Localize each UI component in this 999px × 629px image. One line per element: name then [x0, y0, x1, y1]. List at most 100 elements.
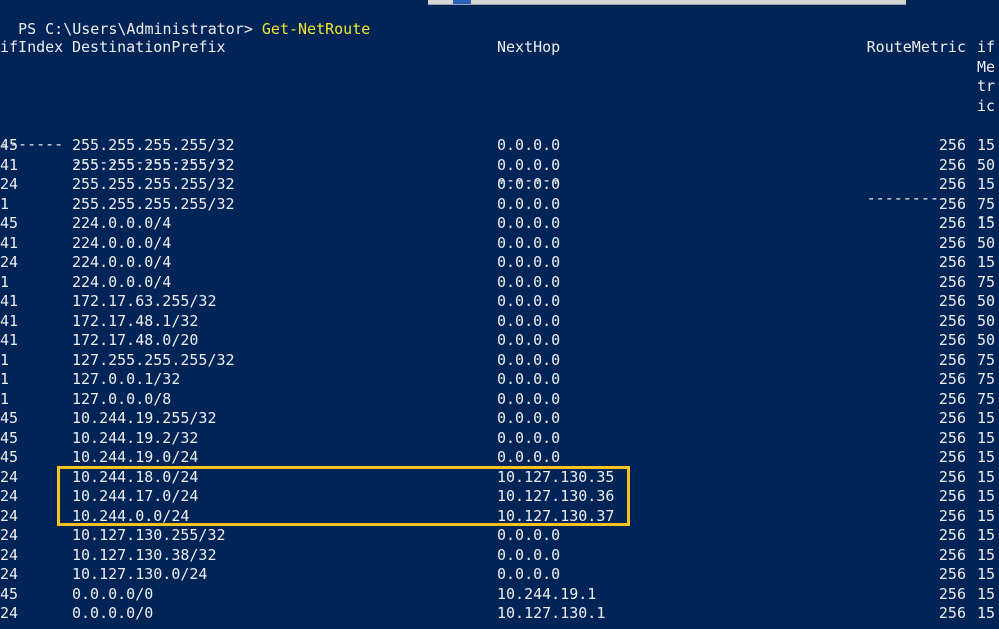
cell-nexthop: 0.0.0.0	[497, 545, 561, 564]
table-row: 24 10.127.130.255/32 0.0.0.0 256 15	[0, 526, 999, 546]
cell-destination: 255.255.255.255/32	[72, 194, 235, 213]
cell-nexthop: 0.0.0.0	[497, 155, 561, 174]
cell-ifindex: 41	[0, 233, 19, 252]
cell-routemetric: 256	[938, 487, 966, 505]
cell-destination: 0.0.0.0/0	[72, 604, 154, 622]
cell-ifindex: 1	[0, 272, 10, 291]
cell-routemetric: 256	[938, 467, 966, 486]
header-destination: DestinationPrefix	[72, 38, 226, 56]
table-row: 24 0.0.0.0/0 10.127.130.1 256 15	[0, 604, 999, 624]
cell-nexthop: 0.0.0.0	[497, 194, 561, 213]
cell-ifmetric: 15	[977, 136, 996, 154]
cell-ifmetric: 15	[977, 565, 996, 583]
cell-destination: 255.255.255.255/32	[72, 155, 235, 174]
cell-routemetric: 256	[938, 292, 966, 310]
header-ifindex: ifIndex	[0, 38, 64, 56]
cell-nexthop: 0.0.0.0	[497, 272, 561, 291]
cell-destination: 224.0.0.0/4	[72, 253, 172, 271]
cell-nexthop: 0.0.0.0	[497, 311, 561, 330]
cell-destination: 224.0.0.0/4	[72, 272, 172, 291]
cell-ifmetric: 15	[977, 409, 996, 427]
cell-destination: 255.255.255.255/32	[72, 136, 235, 154]
cell-nexthop: 0.0.0.0	[497, 175, 561, 193]
cell-destination: 127.255.255.255/32	[72, 350, 235, 369]
cell-routemetric: 256	[938, 565, 966, 583]
cell-nexthop: 0.0.0.0	[497, 350, 561, 369]
cell-ifindex: 24	[0, 604, 19, 622]
cell-routemetric: 256	[938, 409, 966, 427]
cell-nexthop: 0.0.0.0	[497, 565, 561, 583]
cell-ifmetric: 15	[977, 584, 996, 603]
cell-destination: 127.0.0.0/8	[72, 389, 172, 408]
cell-routemetric: 256	[938, 253, 966, 271]
cell-ifindex: 1	[0, 194, 10, 213]
cell-routemetric: 256	[938, 584, 966, 603]
cell-destination: 224.0.0.0/4	[72, 233, 172, 252]
cell-nexthop: 0.0.0.0	[497, 526, 561, 544]
cell-ifindex: 45	[0, 409, 19, 427]
cell-routemetric: 256	[938, 428, 966, 447]
cell-ifmetric: 50	[977, 155, 996, 174]
cell-ifindex: 41	[0, 155, 19, 174]
cell-destination: 172.17.63.255/32	[72, 292, 217, 310]
cell-ifmetric: 15	[977, 214, 996, 232]
cell-ifmetric: 15	[977, 428, 996, 447]
table-row: 45 10.244.19.255/32 0.0.0.0 256 15	[0, 409, 999, 429]
table-row: 45 255.255.255.255/32 0.0.0.0 256 15	[0, 136, 999, 156]
prompt-line: PS C:\Users\Administrator> Get-NetRoute	[0, 0, 370, 38]
cell-nexthop: 0.0.0.0	[497, 233, 561, 252]
cell-nexthop: 10.127.130.1	[497, 604, 606, 622]
cell-routemetric: 256	[938, 350, 966, 369]
table-row: 24 10.127.130.0/24 0.0.0.0 256 15	[0, 565, 999, 585]
powershell-window: { "prompt": { "text": "PS C:\\Users\\Adm…	[0, 0, 999, 629]
prompt-text: PS C:\Users\Administrator>	[18, 19, 262, 38]
cell-routemetric: 256	[938, 194, 966, 213]
table-row: 45 224.0.0.0/4 0.0.0.0 256 15	[0, 214, 999, 234]
table-row: 24 255.255.255.255/32 0.0.0.0 256 15	[0, 175, 999, 195]
cell-ifmetric: 15	[977, 545, 996, 564]
cell-destination: 127.0.0.1/32	[72, 370, 181, 388]
cell-destination: 10.127.130.255/32	[72, 526, 226, 544]
header-ifmetric-line2: Me	[977, 57, 996, 76]
cell-ifindex: 45	[0, 584, 19, 603]
cell-nexthop: 0.0.0.0	[497, 253, 561, 271]
cell-ifindex: 41	[0, 292, 19, 310]
cell-nexthop: 0.0.0.0	[497, 448, 561, 466]
cell-ifmetric: 15	[977, 506, 996, 525]
table-row: 1 127.0.0.0/8 0.0.0.0 256 75	[0, 390, 999, 410]
cell-ifindex: 45	[0, 448, 19, 466]
cell-ifmetric: 15	[977, 487, 996, 505]
cell-destination: 255.255.255.255/32	[72, 175, 235, 193]
cell-nexthop: 0.0.0.0	[497, 389, 561, 408]
cell-nexthop: 0.0.0.0	[497, 136, 561, 154]
cell-nexthop: 0.0.0.0	[497, 428, 561, 447]
cell-ifindex: 1	[0, 350, 10, 369]
cell-ifindex: 1	[0, 389, 10, 408]
cell-routemetric: 256	[938, 155, 966, 174]
cell-ifindex: 24	[0, 526, 19, 544]
cell-ifmetric: 15	[977, 448, 996, 466]
table-row: 45 10.244.19.2/32 0.0.0.0 256 15	[0, 429, 999, 449]
cell-destination: 172.17.48.1/32	[72, 311, 199, 330]
cell-routemetric: 256	[938, 175, 966, 193]
cell-routemetric: 256	[938, 506, 966, 525]
cell-ifmetric: 50	[977, 233, 996, 252]
cell-ifmetric: 15	[977, 253, 996, 271]
cell-ifindex: 45	[0, 428, 19, 447]
cell-destination: 10.244.19.255/32	[72, 409, 217, 427]
cell-routemetric: 256	[938, 370, 966, 388]
table-row: 24 10.127.130.38/32 0.0.0.0 256 15	[0, 546, 999, 566]
cell-routemetric: 256	[938, 526, 966, 544]
cell-routemetric: 256	[938, 136, 966, 154]
header-ifmetric-line4: ic	[977, 96, 996, 115]
table-row: 1 224.0.0.0/4 0.0.0.0 256 75	[0, 273, 999, 293]
cell-ifmetric: 15	[977, 175, 996, 193]
cell-ifindex: 24	[0, 467, 19, 486]
window-tab	[428, 0, 906, 5]
cell-routemetric: 256	[938, 448, 966, 466]
cell-destination: 172.17.48.0/20	[72, 331, 199, 349]
cell-ifmetric: 50	[977, 311, 996, 330]
cell-nexthop: 0.0.0.0	[497, 331, 561, 349]
cell-ifindex: 45	[0, 214, 19, 232]
table-row: 1 127.255.255.255/32 0.0.0.0 256 75	[0, 351, 999, 371]
